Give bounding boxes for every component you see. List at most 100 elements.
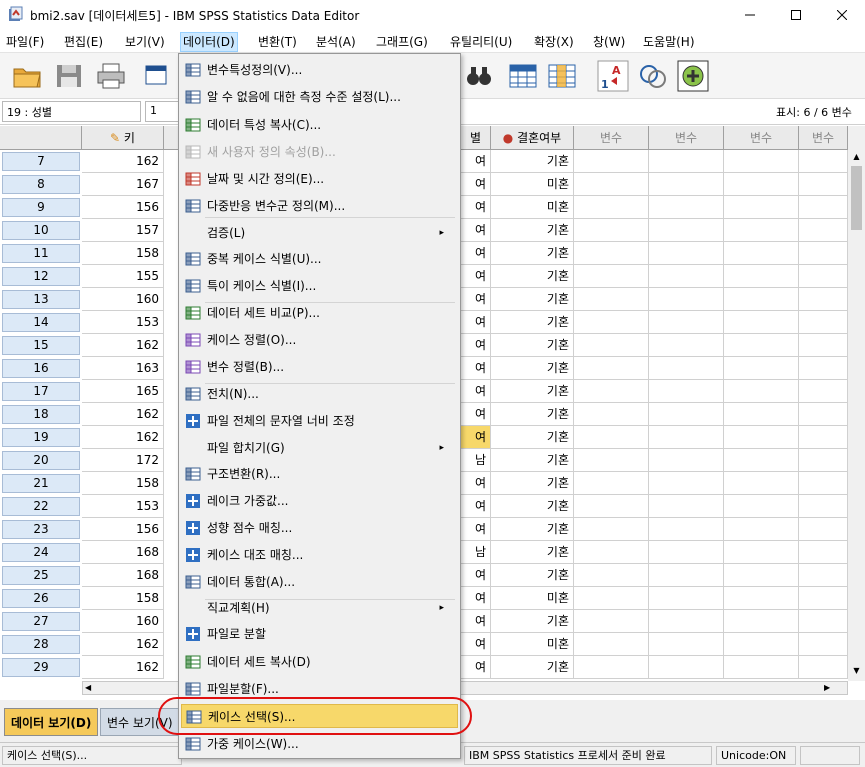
cell-married[interactable]: 기혼 (491, 564, 574, 587)
cell-empty[interactable] (649, 472, 724, 495)
menu-item[interactable]: 전치(N)... (181, 382, 458, 406)
cell-empty[interactable] (799, 311, 848, 334)
cell-married[interactable]: 기혼 (491, 150, 574, 173)
menu-item[interactable]: 파일로 분할 (181, 622, 458, 646)
cell-married[interactable]: 기혼 (491, 426, 574, 449)
row-number[interactable]: 27 (2, 612, 80, 631)
menu-item[interactable]: 중복 케이스 식별(U)... (181, 247, 458, 271)
scroll-left-icon[interactable]: ◀ (85, 683, 95, 693)
cell-empty[interactable] (724, 633, 799, 656)
menu-item[interactable]: 특이 케이스 식별(I)... (181, 274, 458, 298)
cell-married[interactable]: 기혼 (491, 311, 574, 334)
menu-item[interactable]: 검증(L) ▸ (181, 221, 458, 245)
menu-data[interactable]: 데이터(D) (180, 32, 238, 52)
cell-empty[interactable] (574, 196, 649, 219)
cell-empty[interactable] (799, 357, 848, 380)
cell-height[interactable]: 167 (82, 173, 164, 196)
cell-empty[interactable] (649, 610, 724, 633)
cell-empty[interactable] (649, 403, 724, 426)
row-number[interactable]: 16 (2, 359, 80, 378)
cell-height[interactable]: 168 (82, 541, 164, 564)
print-icon[interactable] (94, 59, 128, 93)
cell-married[interactable]: 기혼 (491, 495, 574, 518)
cell-empty[interactable] (649, 633, 724, 656)
cell-empty[interactable] (724, 472, 799, 495)
menu-item[interactable]: 직교계획(H) ▸ (181, 596, 458, 620)
cell-married[interactable]: 기혼 (491, 518, 574, 541)
cell-sex[interactable]: 여 (461, 150, 491, 173)
cell-empty[interactable] (724, 449, 799, 472)
col-header-height[interactable]: ✎ 키 (82, 126, 164, 150)
menu-file[interactable]: 파일(F) (4, 33, 46, 51)
menu-item[interactable]: 데이터 세트 비교(P)... (181, 301, 458, 325)
minimize-button[interactable] (727, 0, 773, 30)
cell-empty[interactable] (574, 334, 649, 357)
maximize-button[interactable] (773, 0, 819, 30)
col-header-sex[interactable]: 별 (461, 126, 491, 150)
cell-empty[interactable] (649, 196, 724, 219)
cell-empty[interactable] (649, 265, 724, 288)
cell-married[interactable]: 기혼 (491, 472, 574, 495)
row-number[interactable]: 25 (2, 566, 80, 585)
cell-empty[interactable] (799, 288, 848, 311)
menu-item[interactable]: 데이터 특성 복사(C)... (181, 113, 458, 137)
find-icon[interactable] (462, 59, 496, 93)
cell-sex[interactable]: 여 (461, 610, 491, 633)
cell-married[interactable]: 기혼 (491, 242, 574, 265)
cell-height[interactable]: 155 (82, 265, 164, 288)
vertical-scrollbar[interactable]: ▲ ▼ (848, 126, 865, 681)
cell-height[interactable]: 168 (82, 564, 164, 587)
row-number[interactable]: 8 (2, 175, 80, 194)
cell-empty[interactable] (724, 541, 799, 564)
value-labels-icon[interactable]: A 1 (596, 59, 630, 93)
cell-empty[interactable] (799, 380, 848, 403)
cell-empty[interactable] (649, 541, 724, 564)
cell-empty[interactable] (649, 311, 724, 334)
cell-empty[interactable] (574, 242, 649, 265)
col-header-married[interactable]: ● 결혼여부 (491, 126, 574, 150)
row-number[interactable]: 12 (2, 267, 80, 286)
menu-item[interactable]: 가중 케이스(W)... (181, 732, 458, 756)
cell-name-box[interactable]: 19 : 성별 (2, 101, 141, 122)
cell-empty[interactable] (649, 173, 724, 196)
cell-empty[interactable] (574, 380, 649, 403)
spelling-icon[interactable] (676, 59, 710, 93)
cell-empty[interactable] (724, 150, 799, 173)
cell-empty[interactable] (799, 633, 848, 656)
menu-item[interactable]: 날짜 및 시간 정의(E)... (181, 167, 458, 191)
cell-empty[interactable] (724, 495, 799, 518)
cell-height[interactable]: 162 (82, 656, 164, 679)
cell-empty[interactable] (799, 150, 848, 173)
menu-window[interactable]: 창(W) (591, 33, 627, 51)
cell-empty[interactable] (724, 242, 799, 265)
scroll-down-icon[interactable]: ▼ (851, 666, 862, 675)
row-number[interactable]: 23 (2, 520, 80, 539)
cell-empty[interactable] (649, 334, 724, 357)
cell-sex[interactable]: 여 (461, 265, 491, 288)
cell-empty[interactable] (649, 150, 724, 173)
cell-sex[interactable]: 여 (461, 288, 491, 311)
cell-married[interactable]: 미혼 (491, 633, 574, 656)
cell-married[interactable]: 미혼 (491, 196, 574, 219)
cell-sex[interactable]: 남 (461, 541, 491, 564)
menu-utilities[interactable]: 유틸리티(U) (448, 33, 514, 51)
cell-empty[interactable] (799, 173, 848, 196)
cell-empty[interactable] (574, 656, 649, 679)
cell-height[interactable]: 162 (82, 426, 164, 449)
cell-height[interactable]: 160 (82, 288, 164, 311)
cell-height[interactable]: 160 (82, 610, 164, 633)
cell-empty[interactable] (574, 518, 649, 541)
cell-empty[interactable] (574, 357, 649, 380)
cell-sex[interactable]: 여 (461, 403, 491, 426)
cell-empty[interactable] (799, 334, 848, 357)
cell-married[interactable]: 기혼 (491, 334, 574, 357)
cell-married[interactable]: 기혼 (491, 357, 574, 380)
row-number[interactable]: 17 (2, 382, 80, 401)
open-folder-icon[interactable] (10, 59, 44, 93)
row-number[interactable]: 24 (2, 543, 80, 562)
menu-item[interactable]: 구조변환(R)... (181, 462, 458, 486)
cell-empty[interactable] (724, 288, 799, 311)
cell-empty[interactable] (574, 472, 649, 495)
menu-item[interactable]: 데이터 통합(A)... (181, 570, 458, 594)
cell-empty[interactable] (649, 357, 724, 380)
